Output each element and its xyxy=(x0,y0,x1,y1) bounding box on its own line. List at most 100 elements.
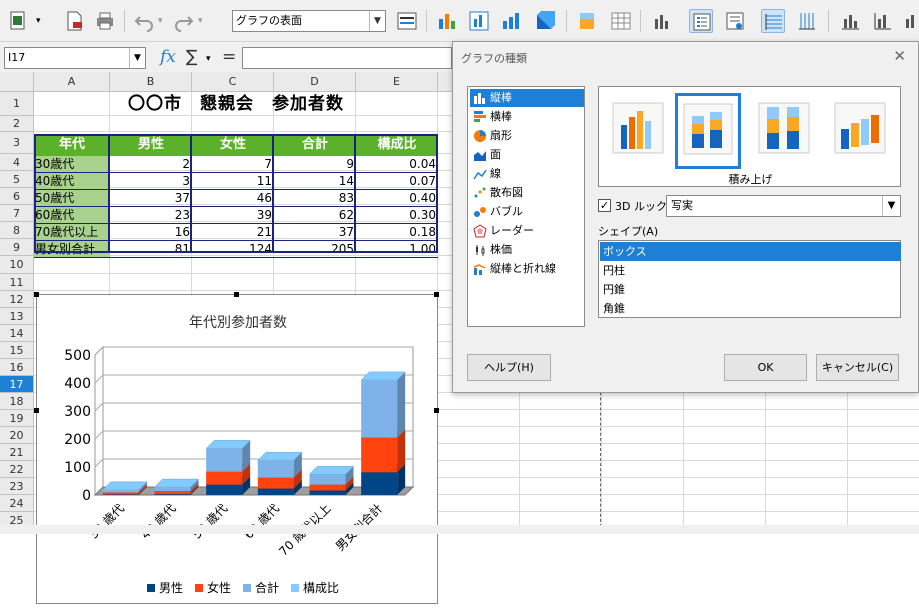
horizontal-grid-icon[interactable] xyxy=(761,9,785,33)
data-table-icon[interactable] xyxy=(467,9,491,33)
select-all-corner[interactable] xyxy=(0,72,34,92)
row-header[interactable]: 12 xyxy=(0,291,34,308)
chart-type-icon[interactable] xyxy=(435,9,459,33)
table-header-cell[interactable]: 年代 xyxy=(34,134,110,156)
shape-item[interactable]: 角錐 xyxy=(600,299,901,318)
row-header[interactable]: 2 xyxy=(0,116,34,132)
column-header[interactable]: A xyxy=(34,72,110,92)
row-label-cell[interactable]: 30歳代 xyxy=(34,156,110,173)
export-pdf-icon[interactable] xyxy=(62,9,86,33)
shape-list[interactable]: ボックス 円柱 円錐 角錐 xyxy=(598,240,901,318)
table-header-cell[interactable]: 女性 xyxy=(192,134,274,156)
data-cell[interactable]: 62 xyxy=(274,207,356,224)
chart-type-item-bar[interactable]: 横棒 xyxy=(470,108,584,126)
chart-type-item-column-line[interactable]: 縦棒と折れ線 xyxy=(470,260,584,278)
row-header[interactable]: 23 xyxy=(0,478,34,495)
new-document-icon[interactable] xyxy=(6,9,30,33)
chart-type-item-column[interactable]: 縦棒 xyxy=(470,89,584,107)
data-cell[interactable]: 3 xyxy=(110,173,192,190)
row-header[interactable]: 1 xyxy=(0,92,34,116)
help-button[interactable]: ヘルプ(H) xyxy=(467,354,551,381)
formula-equals-icon[interactable]: = xyxy=(222,47,236,67)
print-icon[interactable] xyxy=(93,9,117,33)
row-header[interactable]: 21 xyxy=(0,444,34,461)
row-header[interactable]: 22 xyxy=(0,461,34,478)
cancel-button[interactable]: キャンセル(C) xyxy=(816,354,899,381)
chart-type-item-stock[interactable]: 株価 xyxy=(470,241,584,259)
chart-type-item-pie[interactable]: 扇形 xyxy=(470,127,584,145)
y-axis-icon[interactable] xyxy=(871,9,895,33)
variant-stacked[interactable] xyxy=(675,93,741,169)
close-icon[interactable]: ✕ xyxy=(893,47,906,65)
chart-type-list[interactable]: 縦棒 横棒 扇形 面 線 散布図 バブル レーダー 株価 縦棒と折れ線 xyxy=(467,86,585,327)
chevron-down-icon[interactable]: ▾ xyxy=(206,54,211,64)
row-label-cell[interactable]: 40歳代 xyxy=(34,173,110,190)
data-cell[interactable]: 0.18 xyxy=(356,224,438,241)
3d-view-icon[interactable] xyxy=(533,9,557,33)
data-ranges-icon[interactable] xyxy=(499,9,523,33)
row-header[interactable]: 14 xyxy=(0,325,34,342)
row-header[interactable]: 11 xyxy=(0,274,34,291)
row-header[interactable]: 9 xyxy=(0,239,34,256)
data-cell[interactable]: 14 xyxy=(274,173,356,190)
table-header-cell[interactable]: 構成比 xyxy=(356,134,438,156)
column-header[interactable]: D xyxy=(274,72,356,92)
data-cell[interactable]: 16 xyxy=(110,224,192,241)
axes-icon[interactable] xyxy=(900,9,919,33)
data-cell[interactable]: 83 xyxy=(274,190,356,207)
column-header[interactable]: B xyxy=(110,72,192,92)
shape-item[interactable]: ボックス xyxy=(600,242,901,261)
legend-settings-icon[interactable] xyxy=(723,9,747,33)
ok-button[interactable]: OK xyxy=(724,354,807,381)
data-cell[interactable]: 0.07 xyxy=(356,173,438,190)
row-label-cell[interactable]: 50歳代 xyxy=(34,190,110,207)
data-cell[interactable]: 0.30 xyxy=(356,207,438,224)
data-cell[interactable]: 46 xyxy=(192,190,274,207)
table-header-cell[interactable]: 合計 xyxy=(274,134,356,156)
chart-type-item-scatter[interactable]: 散布図 xyxy=(470,184,584,202)
chart-object[interactable]: 年代別参加者数 0 100 200 300 400 500 30 歳代 40 歳代 50 歳代 60… xyxy=(36,294,438,604)
data-cell[interactable]: 9 xyxy=(274,156,356,173)
row-header[interactable]: 17 xyxy=(0,376,34,393)
chart-type-item-radar[interactable]: レーダー xyxy=(470,222,584,240)
data-cell[interactable]: 7 xyxy=(192,156,274,173)
column-header[interactable]: C xyxy=(192,72,274,92)
variant-normal[interactable] xyxy=(605,93,671,169)
shape-item[interactable]: 円錐 xyxy=(600,280,901,299)
table-header-cell[interactable]: 男性 xyxy=(110,134,192,156)
data-cell[interactable]: 23 xyxy=(110,207,192,224)
data-cell[interactable]: 0.40 xyxy=(356,190,438,207)
data-cell[interactable]: 11 xyxy=(192,173,274,190)
row-label-cell[interactable]: 70歳代以上 xyxy=(34,224,110,241)
chart-element-select[interactable]: グラフの表面 ▼ xyxy=(232,10,386,32)
formula-input[interactable] xyxy=(242,47,452,69)
x-axis-icon[interactable] xyxy=(838,9,862,33)
horizontal-scrollbar[interactable] xyxy=(0,525,919,534)
title-icon[interactable] xyxy=(650,9,674,33)
stacked-coins-icon[interactable] xyxy=(575,9,599,33)
row-header[interactable]: 4 xyxy=(0,154,34,171)
data-cell[interactable]: 2 xyxy=(110,156,192,173)
row-header[interactable]: 24 xyxy=(0,495,34,512)
format-selection-icon[interactable] xyxy=(395,9,419,33)
undo-icon[interactable] xyxy=(132,9,156,33)
row-label-cell[interactable]: 60歳代 xyxy=(34,207,110,224)
redo-icon[interactable] xyxy=(172,9,196,33)
data-cell[interactable]: 1.00 xyxy=(356,241,438,258)
vertical-grid-icon[interactable] xyxy=(795,9,819,33)
row-header[interactable]: 19 xyxy=(0,410,34,427)
chart-variant-picker[interactable]: 積み上げ xyxy=(598,86,901,187)
3d-look-checkbox[interactable]: ✓ xyxy=(598,199,611,212)
row-header[interactable]: 13 xyxy=(0,308,34,325)
chart-type-item-bubble[interactable]: バブル xyxy=(470,203,584,221)
shape-item[interactable]: 円柱 xyxy=(600,261,901,280)
data-cell[interactable]: 21 xyxy=(192,224,274,241)
row-header[interactable]: 16 xyxy=(0,359,34,376)
column-header[interactable]: E xyxy=(356,72,438,92)
function-wizard-icon[interactable]: fx xyxy=(160,47,176,67)
sheet-title[interactable]: 〇〇市 懇親会 参加者数 xyxy=(34,92,438,116)
row-header[interactable]: 10 xyxy=(0,256,34,274)
data-cell[interactable]: 0.04 xyxy=(356,156,438,173)
row-header[interactable]: 6 xyxy=(0,188,34,205)
legend-on-off-icon[interactable] xyxy=(689,9,713,33)
